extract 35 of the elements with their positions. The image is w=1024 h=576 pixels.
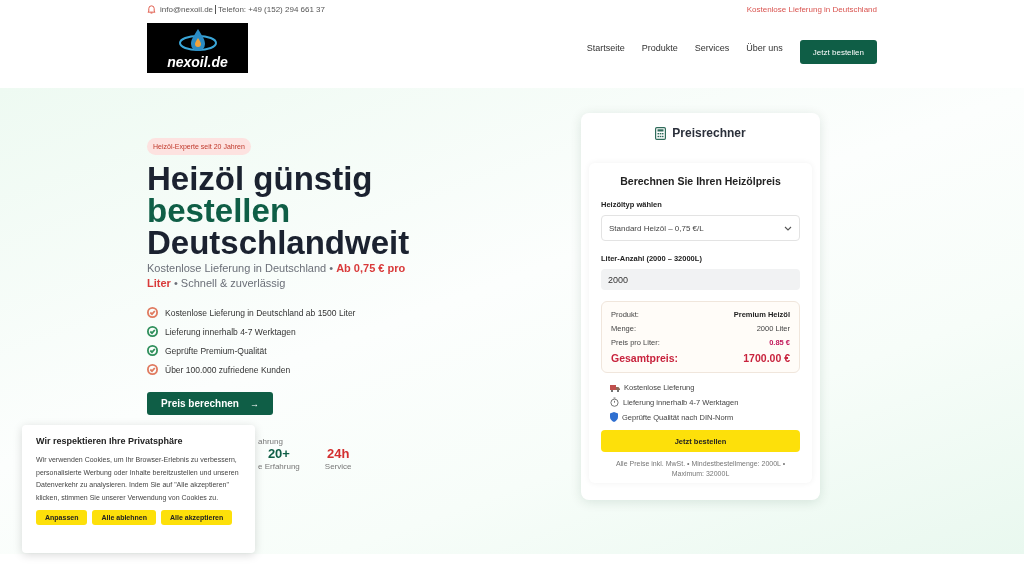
calculate-button[interactable]: Preis berechnen → bbox=[147, 392, 273, 415]
form-heading: Berechnen Sie Ihren Heizölpreis bbox=[619, 175, 782, 187]
nav-link[interactable]: Startseite bbox=[586, 43, 625, 53]
shield-icon bbox=[610, 412, 618, 422]
headline: Heizöl günstig bbox=[147, 163, 374, 195]
chevron-icon bbox=[784, 225, 792, 231]
nav-link[interactable]: Services bbox=[694, 43, 730, 53]
calculator-icon bbox=[655, 126, 667, 140]
headline: Deutschlandweit bbox=[147, 227, 410, 259]
stat-label: ahrung bbox=[258, 437, 284, 446]
feature-text: Kostenlose Lieferung in Deutschland ab 1500 Liter bbox=[165, 307, 356, 318]
nav-link[interactable]: Produkte bbox=[641, 43, 678, 53]
email-link[interactable]: info@nexoil.de bbox=[160, 4, 214, 14]
cookie-title: Wir respektieren Ihre Privatsphäre bbox=[36, 436, 184, 446]
promo-text: Kostenlose Lieferung in Deutschland bbox=[746, 4, 877, 14]
summary-value: 1700.00 € bbox=[743, 352, 790, 364]
calculator-title: Preisrechner bbox=[672, 126, 746, 140]
phone-text: Telefon: +49 (152) 294 661 37 bbox=[218, 4, 326, 14]
feature-text: Lieferung innerhalb 4-7 Werktagen bbox=[165, 326, 296, 337]
stat-value: 20+ bbox=[267, 446, 290, 462]
truck-icon bbox=[610, 383, 620, 392]
feature-text: Über 100.000 zufriedene Kunden bbox=[165, 364, 291, 375]
liter-input[interactable]: 2000 bbox=[601, 269, 800, 290]
bell-icon bbox=[147, 4, 156, 14]
summary-label: Gesamtpreis: bbox=[611, 352, 679, 364]
oil-type-select[interactable]: Standard Heizöl – 0,75 €/L bbox=[601, 215, 800, 241]
logo[interactable]: nexoil.de bbox=[147, 23, 248, 73]
stopwatch-icon bbox=[610, 397, 619, 407]
stat-label: e Erfahrung bbox=[258, 462, 300, 471]
subtitle: Kostenlose Lieferung in Deutschland • Ab 0,75 € pro Liter • Schnell & zuverlässig bbox=[147, 261, 407, 291]
nav-link[interactable]: Über uns bbox=[746, 43, 783, 53]
order-button[interactable]: Jetzt bestellen bbox=[799, 40, 877, 64]
stat-value: 24h bbox=[326, 446, 350, 462]
stat-label: Service bbox=[324, 462, 352, 471]
feature-text: Geprüfte Premium-Qualität bbox=[165, 345, 267, 356]
